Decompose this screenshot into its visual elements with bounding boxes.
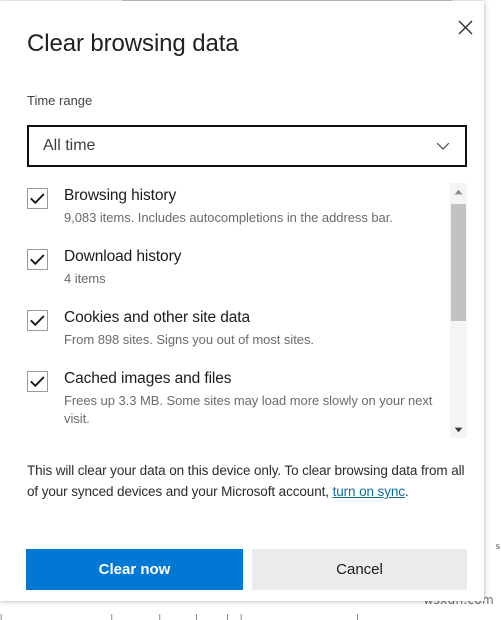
list-item-description: From 898 sites. Signs you out of most si… [64,332,314,347]
clear-now-button[interactable]: Clear now [26,549,243,590]
list-item-label: Cookies and other site data [64,309,251,326]
background-right-text: s [495,540,500,552]
list-item-label: Download history [64,248,182,265]
checkbox-cached-images-and-files[interactable] [27,371,48,392]
list-item[interactable]: Browsing history 9,083 items. Includes a… [22,185,446,227]
list-item-label: Browsing history [64,187,177,204]
list-item[interactable]: Cached images and files Frees up 3.3 MB.… [22,368,446,428]
turn-on-sync-link[interactable]: turn on sync [333,484,405,499]
cancel-button[interactable]: Cancel [252,549,467,590]
checkbox-browsing-history[interactable] [27,188,48,209]
close-icon[interactable] [450,13,480,41]
list-item[interactable]: Download history 4 items [22,246,446,288]
time-range-select[interactable]: All time [27,125,467,167]
page-title: Clear browsing data [27,30,239,57]
checkbox-download-history[interactable] [27,249,48,270]
list-item[interactable]: Cookies and other site data From 898 sit… [22,307,446,349]
list-item-description: Frees up 3.3 MB. Some sites may load mor… [64,393,433,426]
list-scrollbar[interactable] [450,183,467,438]
sync-note-text-after: . [404,484,409,499]
data-types-list: Browsing history 9,083 items. Includes a… [22,183,467,438]
list-item-description: 9,083 items. Includes autocompletions in… [64,210,393,225]
sync-note: This will clear your data on this device… [27,460,469,502]
data-types-list-viewport: Browsing history 9,083 items. Includes a… [22,183,446,438]
time-range-selected-value: All time [43,137,96,154]
time-range-label: Time range [27,93,93,108]
clear-browsing-data-dialog: Clear browsing data Time range All time … [0,1,484,601]
list-item-description: 4 items [64,271,106,286]
scrollbar-thumb[interactable] [451,204,466,321]
chevron-down-icon [431,134,455,158]
scroll-down-arrow-icon[interactable] [450,421,467,438]
list-item-label: Cached images and files [64,370,232,387]
checkbox-cookies-and-other-site-data[interactable] [27,310,48,331]
scroll-up-arrow-icon[interactable] [450,183,467,200]
